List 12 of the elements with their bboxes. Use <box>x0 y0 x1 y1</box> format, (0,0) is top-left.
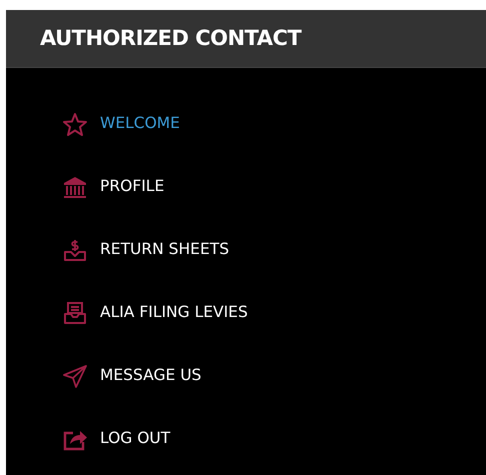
dollar-tray-icon <box>62 238 88 262</box>
menu-link[interactable]: MESSAGE US <box>100 364 202 388</box>
menu-link[interactable]: PROFILE <box>100 174 164 198</box>
send-icon <box>62 364 88 388</box>
menu-link[interactable]: RETURN SHEETS <box>100 238 230 262</box>
bank-icon <box>62 174 88 198</box>
menu-link[interactable]: LOG OUT <box>100 426 170 450</box>
inbox-icon <box>62 300 88 324</box>
star-icon <box>62 112 88 136</box>
menu-link[interactable]: ALIA FILING LEVIES <box>100 300 248 324</box>
menu-link[interactable]: WELCOME <box>100 112 180 136</box>
sidebar-title: AUTHORIZED CONTACT <box>40 24 302 52</box>
